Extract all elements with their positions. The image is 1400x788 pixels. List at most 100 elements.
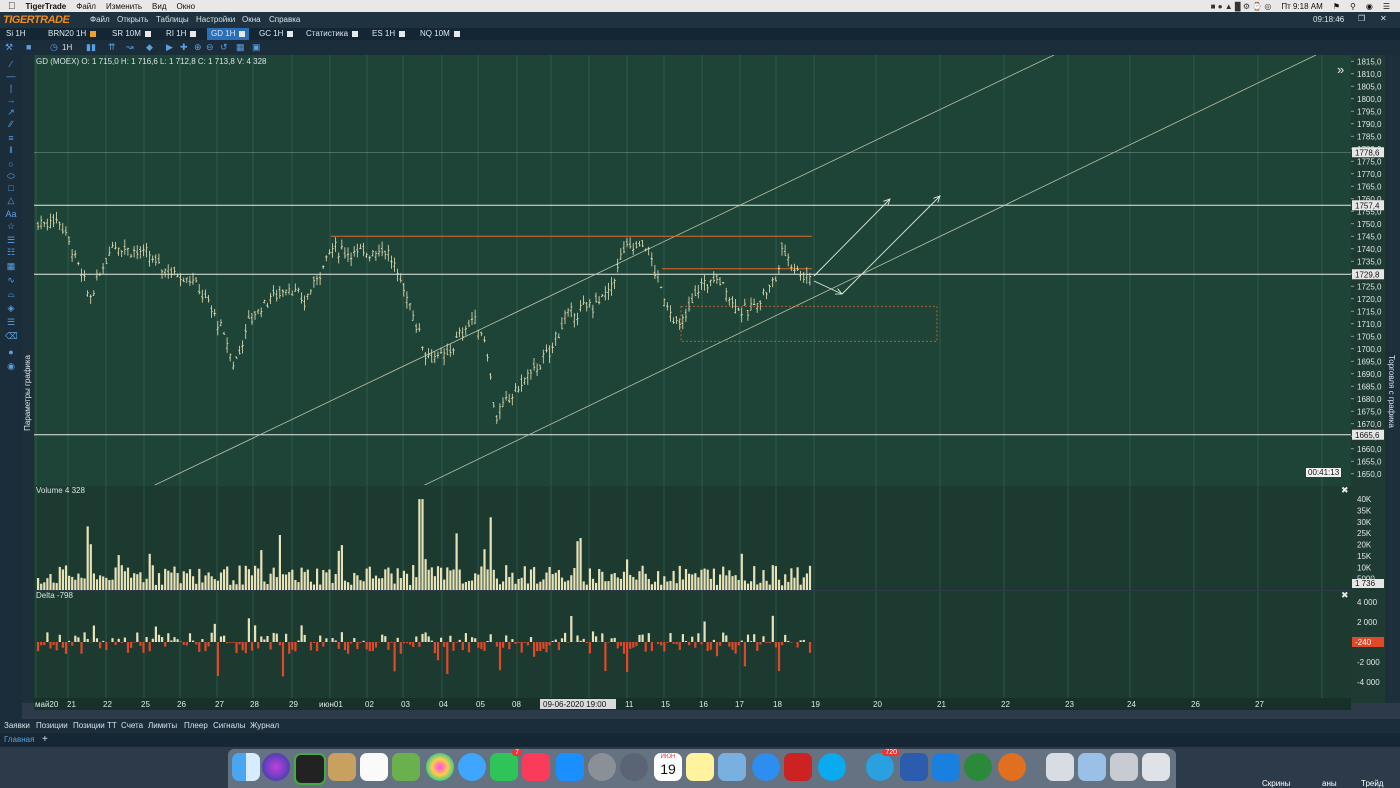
menubar-item-view[interactable]: Вид bbox=[152, 2, 166, 11]
app-menu-tables[interactable]: Таблицы bbox=[156, 15, 189, 24]
delta-pane[interactable]: Delta -798 ✖ bbox=[34, 590, 1351, 698]
tab-si-1h[interactable]: Si 1H bbox=[2, 28, 30, 40]
tab-close-icon[interactable] bbox=[453, 30, 460, 37]
tab-journal[interactable]: Журнал bbox=[250, 721, 279, 730]
volume-canvas[interactable] bbox=[34, 486, 1351, 590]
star-tool-icon[interactable]: ☆ bbox=[5, 221, 17, 231]
snapshot-icon[interactable]: ▣ bbox=[252, 42, 261, 53]
tab-close-icon[interactable] bbox=[287, 30, 294, 37]
zoom-out-icon[interactable]: ⊖ bbox=[206, 42, 214, 53]
fibonacci-tool-icon[interactable]: ☰ bbox=[5, 235, 17, 245]
tab-close-icon[interactable] bbox=[239, 30, 246, 37]
price-axis[interactable]: 1815,0 1810,0 1805,0 1800,0 1795,0 1790,0 1785… bbox=[1351, 55, 1385, 703]
documents-folder-icon[interactable] bbox=[1078, 753, 1106, 781]
tab-accounts[interactable]: Счета bbox=[121, 721, 143, 730]
safari-icon[interactable] bbox=[752, 753, 780, 781]
facetime-icon[interactable]: 7 bbox=[490, 749, 522, 781]
vline-tool-icon[interactable]: | bbox=[5, 83, 17, 93]
vlines-tool-icon[interactable]: ‖ bbox=[5, 145, 17, 155]
control-center-icon[interactable]: ☰ bbox=[1383, 2, 1390, 11]
notes-app-icon[interactable] bbox=[328, 753, 356, 781]
volume-close-icon[interactable]: ✖ bbox=[1341, 485, 1349, 496]
tab-sr-10m[interactable]: SR 10M bbox=[108, 28, 155, 40]
desktop-folder-label[interactable]: аны bbox=[1322, 779, 1337, 788]
polyline-tool-icon[interactable]: ∿ bbox=[5, 275, 17, 285]
visibility-icon[interactable]: ◉ bbox=[5, 361, 17, 371]
cursor-icon[interactable]: ▶ bbox=[166, 42, 173, 53]
screenshot-stack-icon[interactable] bbox=[1110, 753, 1138, 781]
launchpad-icon[interactable] bbox=[620, 753, 648, 781]
delta-canvas[interactable] bbox=[34, 591, 1351, 698]
telegram-icon[interactable]: 720 bbox=[866, 749, 900, 781]
tab-nq-10m[interactable]: NQ 10M bbox=[416, 28, 464, 40]
grid-tool-icon[interactable]: ▦ bbox=[5, 261, 17, 271]
expand-icon[interactable]: » bbox=[1337, 62, 1344, 77]
text-tool-icon[interactable]: Aa bbox=[5, 209, 17, 219]
messages-icon[interactable] bbox=[458, 753, 486, 781]
workspace-tab-main[interactable]: Главная bbox=[4, 735, 34, 744]
finder-icon[interactable] bbox=[232, 753, 260, 781]
apple-icon[interactable]:  bbox=[8, 1, 16, 12]
timeframe-select[interactable]: 1H bbox=[62, 43, 72, 52]
tab-gd-1h[interactable]: GD 1H bbox=[207, 28, 250, 40]
maximize-button[interactable]: ❐ bbox=[1358, 14, 1365, 23]
chart-trading-label[interactable]: Торговля с графика bbox=[1387, 355, 1396, 428]
search-icon[interactable]: ⚲ bbox=[1350, 2, 1356, 11]
app-menu-settings[interactable]: Настройки bbox=[196, 15, 235, 24]
tab-close-icon[interactable] bbox=[190, 30, 197, 37]
desktop-folder-label[interactable]: Скрины bbox=[1262, 779, 1290, 788]
app-menu-file[interactable]: Файл bbox=[90, 15, 110, 24]
triangle-tool-icon[interactable]: △ bbox=[5, 195, 17, 205]
tab-player[interactable]: Плеер bbox=[184, 721, 208, 730]
time-axis[interactable]: май20 21 22 25 26 27 28 29 июн01 02 03 04 05 08 09-06-… bbox=[34, 698, 1351, 710]
tab-signals[interactable]: Сигналы bbox=[213, 721, 245, 730]
ray-tool-icon[interactable]: → bbox=[5, 95, 17, 105]
channel-tool-icon[interactable]: ∕∕ bbox=[5, 119, 17, 129]
word-icon[interactable] bbox=[900, 753, 928, 781]
app-q-icon[interactable] bbox=[964, 753, 992, 781]
tab-positions-tt[interactable]: Позиции TT bbox=[73, 721, 117, 730]
price-chart-canvas[interactable] bbox=[34, 55, 1351, 485]
tab-es-1h[interactable]: ES 1H bbox=[368, 28, 409, 40]
flag-icon[interactable]: ⚑ bbox=[1333, 2, 1340, 11]
siri-icon[interactable]: ◉ bbox=[1366, 2, 1373, 11]
lock-icon[interactable]: ● bbox=[5, 347, 17, 357]
tab-gc-1h[interactable]: GC 1H bbox=[255, 28, 297, 40]
app-menu-open[interactable]: Открыть bbox=[117, 15, 148, 24]
menubar-item-window[interactable]: Окно bbox=[177, 2, 196, 11]
template-icon[interactable]: ◆ bbox=[146, 42, 153, 53]
list-tool-icon[interactable]: ☰ bbox=[5, 317, 17, 327]
marker-tool-icon[interactable]: ◈ bbox=[5, 303, 17, 313]
hline-tool-icon[interactable]: — bbox=[5, 71, 17, 81]
circle-tool-icon[interactable]: ○ bbox=[5, 159, 17, 169]
preview-icon[interactable] bbox=[718, 753, 746, 781]
maps-icon[interactable] bbox=[392, 753, 420, 781]
close-button[interactable]: ✕ bbox=[1380, 14, 1387, 23]
arrow-tool-icon[interactable]: ↗ bbox=[5, 107, 17, 117]
trash-icon[interactable] bbox=[1142, 753, 1170, 781]
menubar-app-name[interactable]: TigerTrade bbox=[26, 2, 67, 11]
tab-brn20-1h[interactable]: BRN20 1H bbox=[44, 28, 100, 40]
skype-icon[interactable] bbox=[818, 753, 846, 781]
app-menu-windows[interactable]: Окна bbox=[242, 15, 261, 24]
autoscroll-icon[interactable]: ↺ bbox=[220, 42, 228, 53]
price-chart[interactable]: GD (MOEX) O: 1 715,0 H: 1 716,6 L: 1 712… bbox=[34, 55, 1351, 485]
siri-dock-icon[interactable] bbox=[262, 753, 290, 781]
photos-icon[interactable] bbox=[426, 753, 454, 781]
zoom-in-icon[interactable]: ⊕ bbox=[194, 42, 202, 53]
delta-close-icon[interactable]: ✖ bbox=[1341, 590, 1349, 601]
tiger-icon[interactable] bbox=[998, 753, 1026, 781]
volume-pane[interactable]: Volume 4 328 ✖ bbox=[34, 485, 1351, 590]
music-icon[interactable] bbox=[522, 753, 550, 781]
crosshair-icon[interactable]: ✚ bbox=[180, 42, 188, 53]
chart-type-icon[interactable]: ▮▮ bbox=[86, 42, 96, 53]
hlines-tool-icon[interactable]: ≡ bbox=[5, 133, 17, 143]
price-axis-canvas[interactable]: 1815,0 1810,0 1805,0 1800,0 1795,0 1790,0 1785… bbox=[1351, 55, 1385, 703]
clock-icon[interactable]: ◷ bbox=[50, 42, 58, 53]
folder-icon[interactable]: ■ bbox=[26, 42, 31, 52]
mission-control-icon[interactable] bbox=[294, 753, 326, 785]
wrench-icon[interactable]: ⚒ bbox=[5, 42, 13, 53]
tab-orders[interactable]: Заявки bbox=[4, 721, 30, 730]
tab-limits[interactable]: Лимиты bbox=[148, 721, 177, 730]
indicator-icon[interactable]: ⇈ bbox=[108, 42, 116, 53]
